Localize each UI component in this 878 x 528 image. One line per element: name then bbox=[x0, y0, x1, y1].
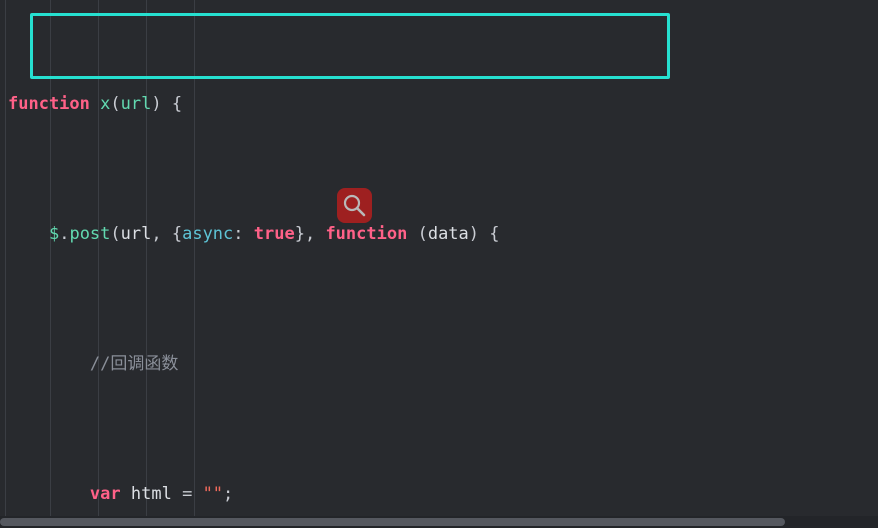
code-editor-view[interactable]: function x(url) { $.post(url, {async: tr… bbox=[0, 0, 878, 528]
magnifier-glyph bbox=[343, 194, 366, 217]
code-line[interactable]: $.post(url, {async: true}, function (dat… bbox=[0, 221, 878, 247]
code-line-comment[interactable]: //回调函数 bbox=[0, 351, 878, 377]
magnifier-icon[interactable] bbox=[337, 188, 372, 223]
code-line[interactable]: var html = ""; bbox=[0, 481, 878, 507]
code-line[interactable]: function x(url) { bbox=[0, 91, 878, 117]
code-content[interactable]: function x(url) { $.post(url, {async: tr… bbox=[0, 0, 878, 528]
horizontal-scrollbar[interactable] bbox=[0, 516, 878, 528]
horizontal-scrollbar-thumb[interactable] bbox=[0, 518, 785, 526]
